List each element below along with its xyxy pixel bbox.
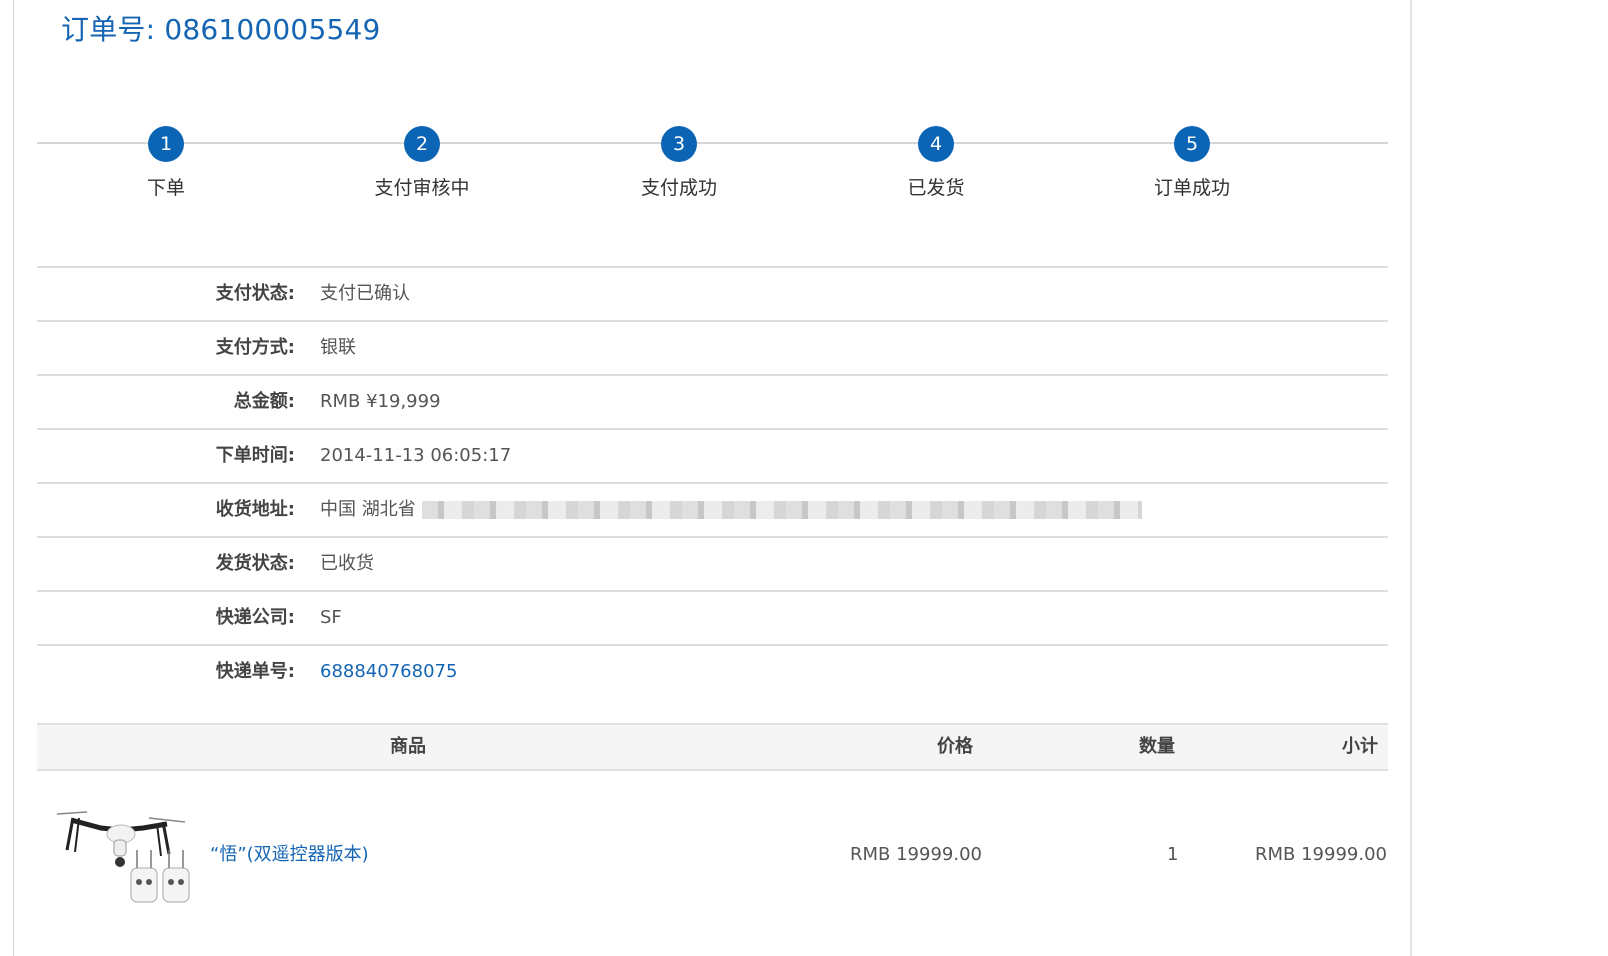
- order-number-title: 订单号: 086100005549: [61, 13, 381, 46]
- step-number-badge: 3: [661, 126, 697, 162]
- order-time-value: 2014-11-13 06:05:17: [320, 445, 512, 466]
- step-label: 订单成功: [1153, 177, 1230, 199]
- tracking-number-link[interactable]: 688840768075: [320, 646, 457, 698]
- info-label: 支付状态:: [215, 283, 295, 304]
- address-text: 中国 湖北省: [320, 499, 416, 520]
- progress-step-1: 1 下单: [66, 126, 266, 200]
- info-row-total-amount: 总金额: RMB ¥19,999: [37, 376, 1388, 430]
- shipping-address-value: 中国 湖北省: [320, 484, 1142, 536]
- progress-step-5: 5 订单成功: [1092, 126, 1292, 200]
- product-subtotal: RMB 19999.00: [1255, 844, 1387, 865]
- step-number-badge: 4: [918, 126, 954, 162]
- page-frame-right-border: [1410, 0, 1412, 956]
- step-label: 下单: [146, 177, 185, 199]
- step-number-badge: 1: [148, 126, 184, 162]
- info-label: 下单时间:: [215, 445, 295, 466]
- goods-table-header: 商品 价格 数量 小计: [37, 723, 1388, 771]
- payment-method-value: 银联: [320, 337, 356, 358]
- drone-icon[interactable]: [51, 806, 193, 906]
- info-row-payment-method: 支付方式: 银联: [37, 322, 1388, 376]
- page-frame-left-border: [13, 0, 14, 956]
- product-name-link[interactable]: “悟”(双遥控器版本): [210, 840, 369, 866]
- info-label: 发货状态:: [215, 553, 295, 574]
- info-label: 快递公司:: [215, 607, 295, 628]
- address-redaction-mask: [421, 501, 1142, 519]
- step-number-badge: 2: [404, 126, 440, 162]
- info-row-tracking-number: 快递单号: 688840768075: [37, 646, 1388, 698]
- info-label: 快递单号:: [215, 661, 295, 682]
- progress-step-3: 3 支付成功: [579, 126, 779, 200]
- progress-step-2: 2 支付审核中: [322, 126, 522, 200]
- step-label: 支付成功: [640, 177, 717, 199]
- column-header-price: 价格: [937, 736, 973, 757]
- payment-status-value: 支付已确认: [320, 283, 410, 304]
- step-label: 支付审核中: [374, 177, 470, 199]
- info-row-payment-status: 支付状态: 支付已确认: [37, 268, 1388, 322]
- column-header-subtotal: 小计: [1342, 736, 1378, 757]
- info-row-shipping-status: 发货状态: 已收货: [37, 538, 1388, 592]
- order-info-table: 支付状态: 支付已确认 支付方式: 银联 总金额: RMB ¥19,999 下单…: [37, 266, 1388, 698]
- product-quantity: 1: [1167, 844, 1179, 865]
- info-label: 收货地址:: [215, 499, 295, 520]
- shipping-status-value: 已收货: [320, 553, 374, 574]
- table-row: “悟”(双遥控器版本) RMB 19999.00 1 RMB 19999.00: [37, 770, 1388, 930]
- info-label: 支付方式:: [215, 337, 295, 358]
- info-row-courier: 快递公司: SF: [37, 592, 1388, 646]
- column-header-product: 商品: [390, 736, 426, 757]
- progress-step-4: 4 已发货: [836, 126, 1036, 200]
- info-row-order-time: 下单时间: 2014-11-13 06:05:17: [37, 430, 1388, 484]
- product-price: RMB 19999.00: [850, 844, 982, 865]
- info-row-shipping-address: 收货地址: 中国 湖北省: [37, 484, 1388, 538]
- total-amount-value: RMB ¥19,999: [320, 391, 441, 412]
- step-number-badge: 5: [1174, 126, 1210, 162]
- courier-value: SF: [320, 607, 342, 628]
- column-header-quantity: 数量: [1139, 736, 1175, 757]
- step-label: 已发货: [907, 177, 965, 199]
- info-label: 总金额:: [233, 391, 295, 412]
